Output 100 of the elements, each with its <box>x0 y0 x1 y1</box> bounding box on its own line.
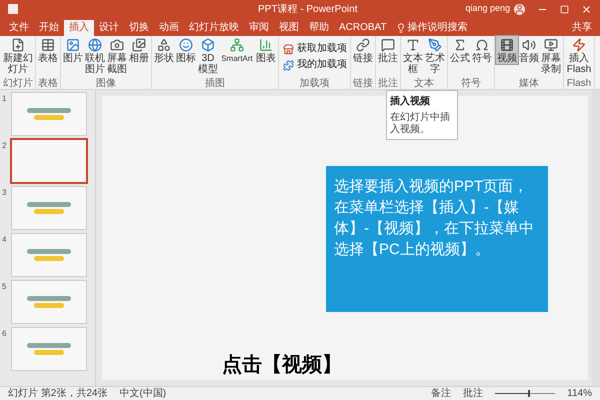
ribbon-icon <box>229 37 245 53</box>
slide-thumbnail[interactable] <box>12 187 86 229</box>
comments-button[interactable]: 批注 <box>463 388 484 400</box>
ribbon-button[interactable]: 屏幕截图 <box>106 36 128 75</box>
slide-number: 2 <box>2 140 8 152</box>
slide-counter: 幻灯片 第2张，共24张 <box>8 388 108 400</box>
ribbon-button[interactable]: 图片 <box>62 36 84 64</box>
ribbon-icon <box>258 37 274 53</box>
ribbon-button[interactable]: 屏幕录制 <box>540 36 562 75</box>
ribbon-tab[interactable]: 帮助 <box>304 20 334 36</box>
ribbon-button[interactable]: 相册 <box>128 36 150 64</box>
ribbon-button[interactable]: 图标 <box>175 36 197 64</box>
avatar-icon <box>514 4 525 14</box>
ribbon-icon <box>405 37 421 53</box>
ribbon-button[interactable]: 链接 <box>352 36 374 64</box>
ribbon-button[interactable]: 公式 <box>449 36 471 64</box>
ribbon-button[interactable]: 联机图片 <box>84 36 106 75</box>
slide-thumbnail[interactable] <box>12 328 86 370</box>
group-label: 媒体 <box>518 78 540 89</box>
ribbon-icon <box>427 37 443 53</box>
ribbon-tab[interactable]: 设计 <box>94 20 124 36</box>
tell-me-search[interactable]: 操作说明搜索 <box>408 20 468 36</box>
ribbon-tab[interactable]: 插入 <box>64 20 94 36</box>
ribbon-icon <box>499 37 515 53</box>
tooltip-text: 在幻灯片中插入视频。 <box>390 112 451 136</box>
thumbnail-drawing <box>27 343 71 355</box>
ribbon-icon <box>40 37 56 53</box>
group-label: Flash <box>566 78 592 89</box>
ribbon-button[interactable]: 文本框 <box>402 36 424 75</box>
ribbon-tab[interactable]: 文件 <box>4 20 34 36</box>
ribbon-button[interactable]: 艺术字 <box>424 36 446 75</box>
group-label: 幻灯片 <box>2 78 34 89</box>
slide-thumbnail[interactable] <box>12 234 86 276</box>
ribbon-button[interactable]: 3D模型 <box>197 36 219 75</box>
ribbon-icon <box>131 37 147 53</box>
maximize-icon[interactable] <box>560 4 569 14</box>
thumbnail-drawing <box>27 202 71 214</box>
ribbon-icon <box>10 37 26 53</box>
tooltip-title: 插入视频 <box>390 94 431 109</box>
ribbon-tab[interactable]: ACROBAT <box>334 20 392 36</box>
ribbon-icon <box>543 37 559 53</box>
slide-thumbnail[interactable] <box>12 281 86 323</box>
group-label: 链接 <box>352 78 374 89</box>
ribbon-icon <box>282 42 295 56</box>
ribbon-button[interactable]: 形状 <box>153 36 175 64</box>
ribbon-tab[interactable]: 审阅 <box>244 20 274 36</box>
slide-number: 6 <box>2 328 8 340</box>
ribbon-tab[interactable]: 幻灯片放映 <box>184 20 244 36</box>
group-label: 符号 <box>460 78 482 89</box>
slide-number: 1 <box>2 93 8 105</box>
thumbnail-drawing <box>27 108 71 120</box>
ribbon-icon <box>474 37 490 53</box>
ribbon-icon <box>571 37 587 53</box>
ribbon-button[interactable]: 音频 <box>518 36 540 64</box>
ribbon-tab[interactable]: 开始 <box>34 20 64 36</box>
caption: 点击【视频】 <box>222 353 342 378</box>
group-label: 加载项 <box>298 78 330 89</box>
ribbon-tab[interactable]: 视图 <box>274 20 304 36</box>
callout-text: 选择要插入视频的PPT页面，在菜单栏选择【插入】-【媒体】-【视频】，在下拉菜单中选择【PC上的视频】。 <box>334 177 535 260</box>
user-name: qiang peng <box>465 2 510 16</box>
ribbon-icon <box>156 37 172 53</box>
ribbon-button[interactable]: 获取加载项 <box>280 42 349 56</box>
slide-number: 5 <box>2 281 8 293</box>
group-label: 插图 <box>204 78 226 89</box>
ribbon-icon <box>521 37 537 53</box>
slide-thumbnail[interactable] <box>12 140 86 182</box>
language: 中文(中国) <box>119 388 166 400</box>
ribbon-button[interactable]: 插入Flash <box>565 36 593 75</box>
ribbon-icon <box>282 58 295 72</box>
close-icon[interactable] <box>581 4 592 14</box>
ribbon-button[interactable]: 我的加载项 <box>280 58 349 72</box>
group-label: 图像 <box>95 78 117 89</box>
ribbon-button[interactable]: SmartArt <box>219 36 255 64</box>
ribbon-button[interactable]: 符号 <box>471 36 493 64</box>
zoom-slider-thumb[interactable] <box>528 390 530 397</box>
thumbnail-drawing <box>27 249 71 261</box>
ribbon-button[interactable]: 表格 <box>37 36 59 64</box>
ribbon-button[interactable]: 批注 <box>377 36 399 64</box>
ribbon-icon <box>65 37 81 53</box>
slide-number: 3 <box>2 187 8 199</box>
window-title: PPT课程 - PowerPoint <box>258 2 358 16</box>
ribbon-button[interactable]: 图表 <box>255 36 277 64</box>
ribbon-tab[interactable]: 切换 <box>124 20 154 36</box>
ribbon-icon <box>178 37 194 53</box>
ribbon-tab[interactable]: 动画 <box>154 20 184 36</box>
ribbon-icon <box>200 37 216 53</box>
thumbnail-drawing <box>27 296 71 308</box>
ribbon-icon <box>109 37 125 53</box>
ribbon-button[interactable]: 新建幻灯片 <box>2 36 34 75</box>
share-button[interactable]: 共享 <box>572 20 596 36</box>
slide-thumbnail[interactable] <box>12 93 86 135</box>
slide-number: 4 <box>2 234 8 246</box>
ribbon-button[interactable]: 视频 <box>496 36 518 64</box>
zoom-slider[interactable] <box>495 390 556 397</box>
ribbon-icon <box>87 37 103 53</box>
zoom-level: 114% <box>567 388 592 400</box>
group-label: 表格 <box>37 78 59 89</box>
notes-button[interactable]: 备注 <box>431 388 452 400</box>
lightbulb-icon <box>396 23 406 33</box>
ribbon-icon <box>380 37 396 53</box>
